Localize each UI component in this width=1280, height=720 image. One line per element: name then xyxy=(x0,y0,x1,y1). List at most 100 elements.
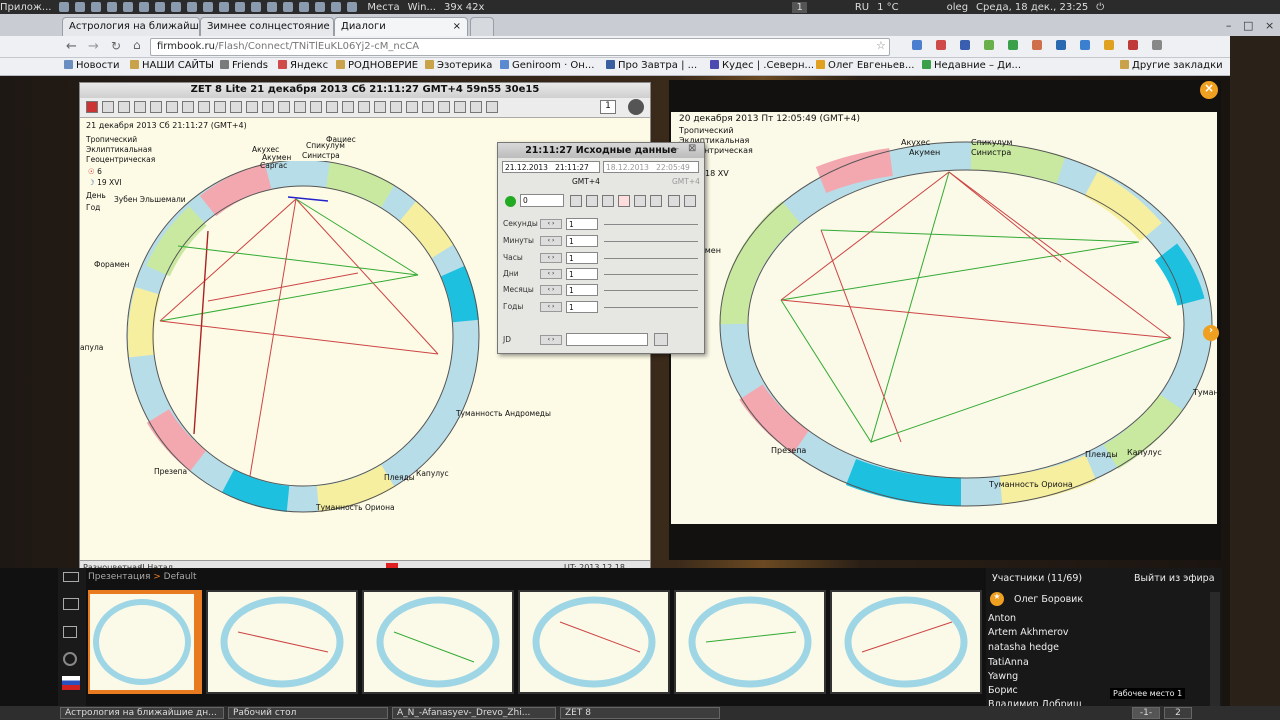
chart-number-spinner[interactable]: 1 xyxy=(600,100,616,114)
taskbar-item[interactable]: Астрология на ближайшие дн... xyxy=(60,707,224,719)
dialog-tool-icon[interactable] xyxy=(570,195,582,207)
close-broadcast-icon[interactable]: × xyxy=(1200,81,1218,99)
extension-icon[interactable] xyxy=(1056,40,1066,50)
jd-apply-button[interactable] xyxy=(654,333,668,346)
extension-icon[interactable] xyxy=(1032,40,1042,50)
toolbar-icon[interactable] xyxy=(198,101,210,113)
years-stepper[interactable]: ‹ › xyxy=(540,302,562,312)
keyboard-layout[interactable]: RU xyxy=(855,2,869,13)
applications-menu[interactable]: Прилож... xyxy=(0,2,51,13)
seconds-input[interactable]: 1 xyxy=(566,218,598,230)
launcher-icon[interactable] xyxy=(187,2,198,12)
toolbar-icon[interactable] xyxy=(118,101,130,113)
copy-icon[interactable] xyxy=(63,626,77,638)
next-slide-icon[interactable]: › xyxy=(1203,325,1219,341)
bookmark-item[interactable]: Олег Евгеньев... xyxy=(816,60,914,71)
taskbar-item[interactable]: ZET 8 xyxy=(560,707,720,719)
minimize-icon[interactable]: – xyxy=(1226,19,1232,32)
toolbar-icon[interactable] xyxy=(406,101,418,113)
jd-stepper[interactable]: ‹ › xyxy=(540,335,562,345)
toolbar-icon[interactable] xyxy=(262,101,274,113)
launcher-icon[interactable] xyxy=(219,2,230,12)
toolbar-icon[interactable] xyxy=(150,101,162,113)
bookmark-item[interactable]: Недавние – Ди... xyxy=(922,60,1021,71)
launcher-icon[interactable] xyxy=(203,2,214,12)
star-icon[interactable]: ☆ xyxy=(876,39,886,52)
months-input[interactable]: 1 xyxy=(566,284,598,296)
participant-item[interactable]: TatiAnna xyxy=(988,657,1029,668)
weather[interactable]: 1 °C xyxy=(877,2,899,13)
screen-icon[interactable] xyxy=(63,572,79,582)
toolbar-icon[interactable] xyxy=(390,101,402,113)
reload-icon[interactable]: ↻ xyxy=(111,39,121,53)
extension-icon[interactable] xyxy=(1008,40,1018,50)
maximize-icon[interactable]: □ xyxy=(1243,19,1253,32)
dialog-tool-icon[interactable] xyxy=(586,195,598,207)
minutes-input[interactable]: 1 xyxy=(566,235,598,247)
leave-broadcast-button[interactable]: Выйти из эфира xyxy=(1134,573,1215,584)
bookmark-item[interactable]: Про Завтра | ... xyxy=(606,60,697,71)
dialog-tool-icon[interactable] xyxy=(634,195,646,207)
launcher-icon[interactable] xyxy=(299,2,310,12)
extension-icon[interactable] xyxy=(1128,40,1138,50)
toolbar-icon[interactable] xyxy=(438,101,450,113)
prev-icon[interactable] xyxy=(668,195,680,207)
launcher-icon[interactable] xyxy=(347,2,358,12)
days-slider[interactable] xyxy=(604,274,698,275)
years-slider[interactable] xyxy=(604,307,698,308)
play-icon[interactable] xyxy=(505,196,516,207)
hours-input[interactable]: 1 xyxy=(566,252,598,264)
hours-stepper[interactable]: ‹ › xyxy=(540,253,562,263)
launcher-icon[interactable] xyxy=(171,2,182,12)
dialog-close-icon[interactable]: ⊠ xyxy=(688,143,696,154)
toolbar-icon[interactable] xyxy=(230,101,242,113)
extension-icon[interactable] xyxy=(1080,40,1090,50)
url-input[interactable]: firmbook.ru/Flash/Connect/TNiTlEuKL06Yj2… xyxy=(150,38,890,56)
date-time-compare-field[interactable]: 18.12.2013 22:05:49 xyxy=(603,161,699,173)
months-slider[interactable] xyxy=(604,290,698,291)
bookmark-item[interactable]: НАШИ САЙТЫ xyxy=(130,60,214,71)
slide-thumbnail[interactable] xyxy=(362,590,514,694)
toolbar-icon[interactable] xyxy=(470,101,482,113)
days-stepper[interactable]: ‹ › xyxy=(540,269,562,279)
user-menu[interactable]: oleg xyxy=(947,2,968,13)
extension-icon[interactable] xyxy=(936,40,946,50)
bookmark-item[interactable]: Эзотерика xyxy=(425,60,492,71)
workspace-1[interactable]: -1- xyxy=(1132,707,1160,719)
toolbar-icon[interactable] xyxy=(422,101,434,113)
slide-thumbnail[interactable] xyxy=(88,590,202,694)
home-icon[interactable]: ⌂ xyxy=(133,38,141,52)
toolbar-icon[interactable] xyxy=(326,101,338,113)
launcher-icon[interactable] xyxy=(315,2,326,12)
jd-input[interactable] xyxy=(566,333,648,346)
tab-dialogs[interactable]: Диалоги × xyxy=(334,17,468,36)
workspace-switcher[interactable]: 1 xyxy=(792,1,807,13)
toolbar-icon[interactable] xyxy=(246,101,258,113)
launcher-icon[interactable] xyxy=(251,2,262,12)
slide-thumbnail[interactable] xyxy=(518,590,670,694)
toolbar-icon[interactable] xyxy=(342,101,354,113)
save-icon[interactable] xyxy=(650,195,662,207)
bookmark-item[interactable]: Яндекс xyxy=(278,60,328,71)
toolbar-icon[interactable] xyxy=(374,101,386,113)
toolbar-icon[interactable] xyxy=(214,101,226,113)
launcher-icon[interactable] xyxy=(75,2,86,12)
launcher-icon[interactable] xyxy=(235,2,246,12)
step-input[interactable]: 0 xyxy=(520,194,564,207)
launcher-icon[interactable] xyxy=(123,2,134,12)
clock[interactable]: Среда, 18 дек., 23:25 xyxy=(976,2,1088,13)
bookmark-item[interactable]: Новости xyxy=(64,60,119,71)
launcher-icon[interactable] xyxy=(267,2,278,12)
minutes-stepper[interactable]: ‹ › xyxy=(540,236,562,246)
launcher-icon[interactable] xyxy=(283,2,294,12)
tab-astrology[interactable]: Астрология на ближайши × xyxy=(62,17,200,36)
toolbar-icon[interactable] xyxy=(486,101,498,113)
extension-icon[interactable] xyxy=(960,40,970,50)
next-icon[interactable] xyxy=(684,195,696,207)
breadcrumb-presentation[interactable]: Презентация xyxy=(88,572,150,582)
new-tab-button[interactable] xyxy=(470,17,494,36)
extension-icon[interactable] xyxy=(1104,40,1114,50)
toolbar-icon[interactable] xyxy=(86,101,98,113)
launcher-icon[interactable] xyxy=(91,2,102,12)
launcher-icon[interactable] xyxy=(59,2,70,12)
